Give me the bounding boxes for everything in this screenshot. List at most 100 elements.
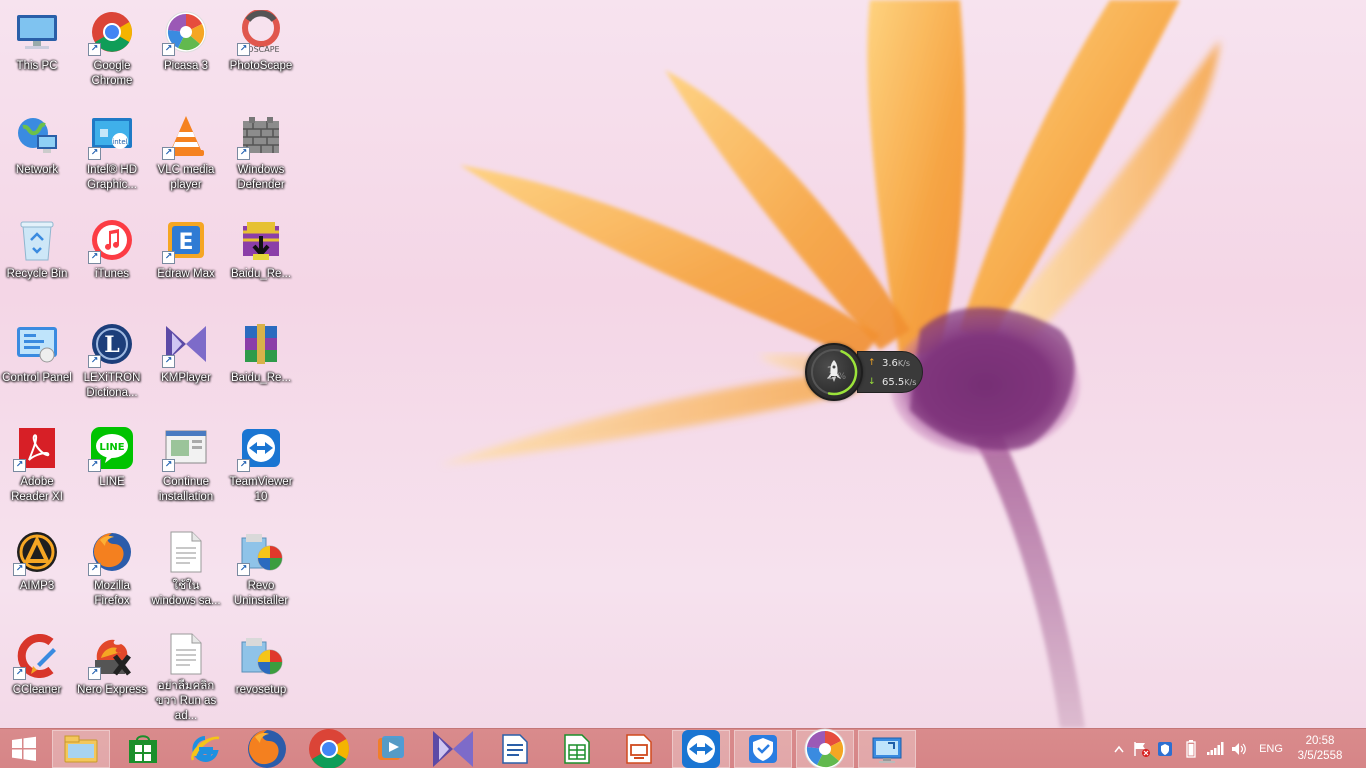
taskbar-screenshot-tool-button[interactable] xyxy=(858,730,916,768)
control-panel-icon xyxy=(13,320,61,368)
desktop-icon-baidu-re[interactable]: Baidu_Re... xyxy=(224,208,298,306)
vlc-icon: ↗ xyxy=(162,112,210,160)
taskbar-internet-explorer-button[interactable] xyxy=(176,730,234,768)
revosetup-icon xyxy=(237,632,285,680)
file-explorer-icon xyxy=(64,734,98,764)
desktop-icon-label: TeamViewer 10 xyxy=(229,476,293,503)
taskbar-teamviewer-button[interactable] xyxy=(672,730,730,768)
taskbar-file-explorer-button[interactable] xyxy=(52,730,110,768)
desktop-icon-photoscape[interactable]: TOSCAPE ↗ PhotoScape xyxy=(224,0,298,98)
taskbar-impress-button[interactable] xyxy=(610,730,668,768)
desktop-icon-picasa-3[interactable]: ↗ Picasa 3 xyxy=(149,0,223,98)
desktop-icon-run-as-ad[interactable]: อย่าลืมคลิกขวา Run as ad... xyxy=(149,624,223,722)
taskbar-kmplayer-button[interactable] xyxy=(424,730,482,768)
shortcut-arrow-icon: ↗ xyxy=(88,667,101,680)
desktop-icon-label: revosetup xyxy=(235,684,287,696)
battery-button[interactable] xyxy=(1180,729,1202,768)
baidu-antivirus-icon xyxy=(748,734,778,764)
line-icon: LINE ↗ xyxy=(88,424,136,472)
media-player-icon xyxy=(376,734,406,764)
desktop-icon-control-panel[interactable]: Control Panel xyxy=(0,312,74,410)
desktop-icon-label: iTunes xyxy=(94,268,130,280)
svg-text:L: L xyxy=(104,332,119,358)
taskbar-picasa-button[interactable] xyxy=(796,728,854,768)
desktop-icon-label: Recycle Bin xyxy=(6,268,68,280)
desktop-icon-windows-defender[interactable]: ↗ Windows Defender xyxy=(224,104,298,202)
network-load-dial[interactable]: 3% xyxy=(805,343,863,401)
desktop-icon-label: Network xyxy=(15,164,59,176)
action-center-flag-button[interactable] xyxy=(1130,729,1152,768)
shortcut-arrow-icon: ↗ xyxy=(13,459,26,472)
show-hidden-icons-button[interactable] xyxy=(1110,729,1128,768)
desktop-icon-label: Baidu_Re... xyxy=(230,372,292,384)
presentation-icon xyxy=(625,733,653,765)
desktop-icon-label: Edraw Max xyxy=(157,268,215,280)
desktop-icon-nero-express[interactable]: ↗ Nero Express xyxy=(75,624,149,722)
aimp-icon: ↗ xyxy=(13,528,61,576)
desktop-icon-label: Picasa 3 xyxy=(163,60,209,72)
svg-text:E: E xyxy=(178,230,193,255)
wifi-button[interactable] xyxy=(1204,729,1226,768)
desktop-icon-label: Adobe Reader XI xyxy=(11,476,63,503)
desktop-icon-windows-sa[interactable]: ใช้ใน windows sa... xyxy=(149,520,223,618)
text-file-icon xyxy=(162,528,210,576)
desktop-icon-google-chrome[interactable]: ↗ Google Chrome xyxy=(75,0,149,98)
desktop-icon-label: Continue installation xyxy=(158,476,214,503)
network-speed-widget[interactable]: ↑ 3.6K/s ↓ 65.5K/s 3% xyxy=(805,343,925,403)
svg-text:intel: intel xyxy=(112,138,127,146)
clock[interactable]: 20:58 3/5/2558 xyxy=(1292,729,1348,768)
shortcut-arrow-icon: ↗ xyxy=(162,251,175,264)
shortcut-arrow-icon: ↗ xyxy=(88,147,101,160)
shortcut-arrow-icon: ↗ xyxy=(162,459,175,472)
desktop-icon-label: Mozilla Firefox xyxy=(94,580,130,607)
internet-explorer-icon xyxy=(189,734,221,764)
desktop-icon-continue-installation[interactable]: ↗ Continue installation xyxy=(149,416,223,514)
download-arrow-icon: ↓ xyxy=(868,377,876,387)
desktop-icon-revosetup[interactable]: revosetup xyxy=(224,624,298,722)
taskbar-media-player-button[interactable] xyxy=(362,730,420,768)
taskbar-firefox-button[interactable] xyxy=(238,730,296,768)
desktop-icon-aimp3[interactable]: ↗ AIMP3 xyxy=(0,520,74,618)
volume-button[interactable] xyxy=(1228,729,1250,768)
desktop-icon-mozilla-firefox[interactable]: ↗ Mozilla Firefox xyxy=(75,520,149,618)
desktop-icon-lexitron-dictiona[interactable]: L ↗ LEXiTRON Dictiona... xyxy=(75,312,149,410)
network-icon xyxy=(13,112,61,160)
input-language-button[interactable]: ENG xyxy=(1254,729,1288,768)
desktop-icon-kmplayer[interactable]: ↗ KMPlayer xyxy=(149,312,223,410)
shortcut-arrow-icon: ↗ xyxy=(88,563,101,576)
desktop-icon-adobe-reader-xi[interactable]: ↗ Adobe Reader XI xyxy=(0,416,74,514)
desktop-icon-itunes[interactable]: ↗ iTunes xyxy=(75,208,149,306)
download-speed-unit: K/s xyxy=(904,378,917,387)
taskbar-writer-button[interactable] xyxy=(486,730,544,768)
desktop-icon-ccleaner[interactable]: ↗ CCleaner xyxy=(0,624,74,722)
desktop-icon-teamviewer-10[interactable]: ↗ TeamViewer 10 xyxy=(224,416,298,514)
text-file-icon xyxy=(162,632,210,676)
network-speed-panel: ↑ 3.6K/s ↓ 65.5K/s xyxy=(857,351,923,393)
desktop-icon-label: Baidu_Re... xyxy=(230,268,292,280)
input-language-label: ENG xyxy=(1259,743,1283,755)
taskbar-calc-button[interactable] xyxy=(548,730,606,768)
desktop-icon-line[interactable]: LINE ↗ LINE xyxy=(75,416,149,514)
desktop-icon-network[interactable]: Network xyxy=(0,104,74,202)
baidu-tray-button[interactable] xyxy=(1154,729,1176,768)
screenshot-tool-icon xyxy=(871,734,903,764)
edraw-max-icon: E ↗ xyxy=(162,216,210,264)
chrome-icon xyxy=(308,728,350,768)
desktop-icon-label: KMPlayer xyxy=(161,372,211,384)
taskbar-chrome-button[interactable] xyxy=(300,728,358,768)
desktop-icon-edraw-max[interactable]: E ↗ Edraw Max xyxy=(149,208,223,306)
taskbar-baidu-antivirus-button[interactable] xyxy=(734,730,792,768)
taskbar-store-button[interactable] xyxy=(114,730,172,768)
desktop-icon-revo-uninstaller[interactable]: ↗ Revo Uninstaller xyxy=(224,520,298,618)
windows-defender-icon: ↗ xyxy=(237,112,285,160)
desktop-icon-recycle-bin[interactable]: Recycle Bin xyxy=(0,208,74,306)
battery-icon xyxy=(1186,740,1196,758)
desktop-icon-vlc-media-player[interactable]: ↗ VLC media player xyxy=(149,104,223,202)
kmplayer-icon: ↗ xyxy=(162,320,210,368)
store-icon xyxy=(128,734,158,764)
writer-icon xyxy=(501,733,529,765)
start-button[interactable] xyxy=(0,730,48,768)
desktop-icon-intel-hd-graphic[interactable]: intel ↗ Intel® HD Graphic... xyxy=(75,104,149,202)
desktop-icon-baidu-re[interactable]: Baidu_Re... xyxy=(224,312,298,410)
desktop-icon-this-pc[interactable]: This PC xyxy=(0,0,74,98)
